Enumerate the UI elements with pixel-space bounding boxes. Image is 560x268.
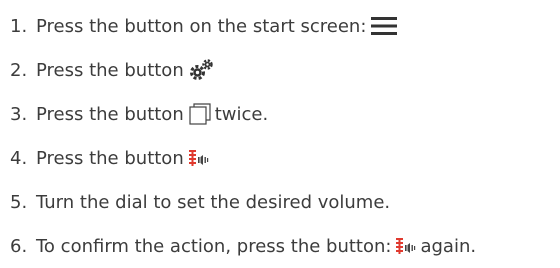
step-text: Press the button: [36, 103, 184, 125]
step-text-after: again.: [420, 235, 477, 257]
step-number: 3.: [10, 103, 28, 125]
step-5: 5. Turn the dial to set the desired volu…: [10, 180, 560, 224]
step-number: 4.: [10, 147, 28, 169]
sound-bars-icon: [188, 149, 209, 167]
menu-icon: [371, 16, 398, 36]
step-number: 5.: [10, 191, 28, 213]
step-text: Press the button: [36, 147, 184, 169]
step-number: 1.: [10, 15, 28, 37]
step-1: 1. Press the button on the start screen:: [10, 4, 560, 48]
step-4: 4. Press the button: [10, 136, 560, 180]
step-text: To confirm the action, press the button:: [36, 235, 392, 257]
step-3: 3. Press the button twice.: [10, 92, 560, 136]
step-number: 2.: [10, 59, 28, 81]
sound-bars-icon: [396, 237, 416, 255]
step-2: 2. Press the button: [10, 48, 560, 92]
step-text-after: twice.: [214, 103, 269, 125]
step-text: Turn the dial to set the desired volume.: [36, 191, 391, 213]
step-text: Press the button: [36, 59, 184, 81]
step-number: 6.: [10, 235, 28, 257]
copy-window-icon: [189, 103, 211, 125]
instruction-list: 1. Press the button on the start screen:…: [0, 0, 560, 268]
step-text: Press the button on the start screen:: [36, 15, 367, 37]
step-6: 6. To confirm the action, press the butt…: [10, 224, 560, 268]
gears-icon: [189, 59, 213, 81]
